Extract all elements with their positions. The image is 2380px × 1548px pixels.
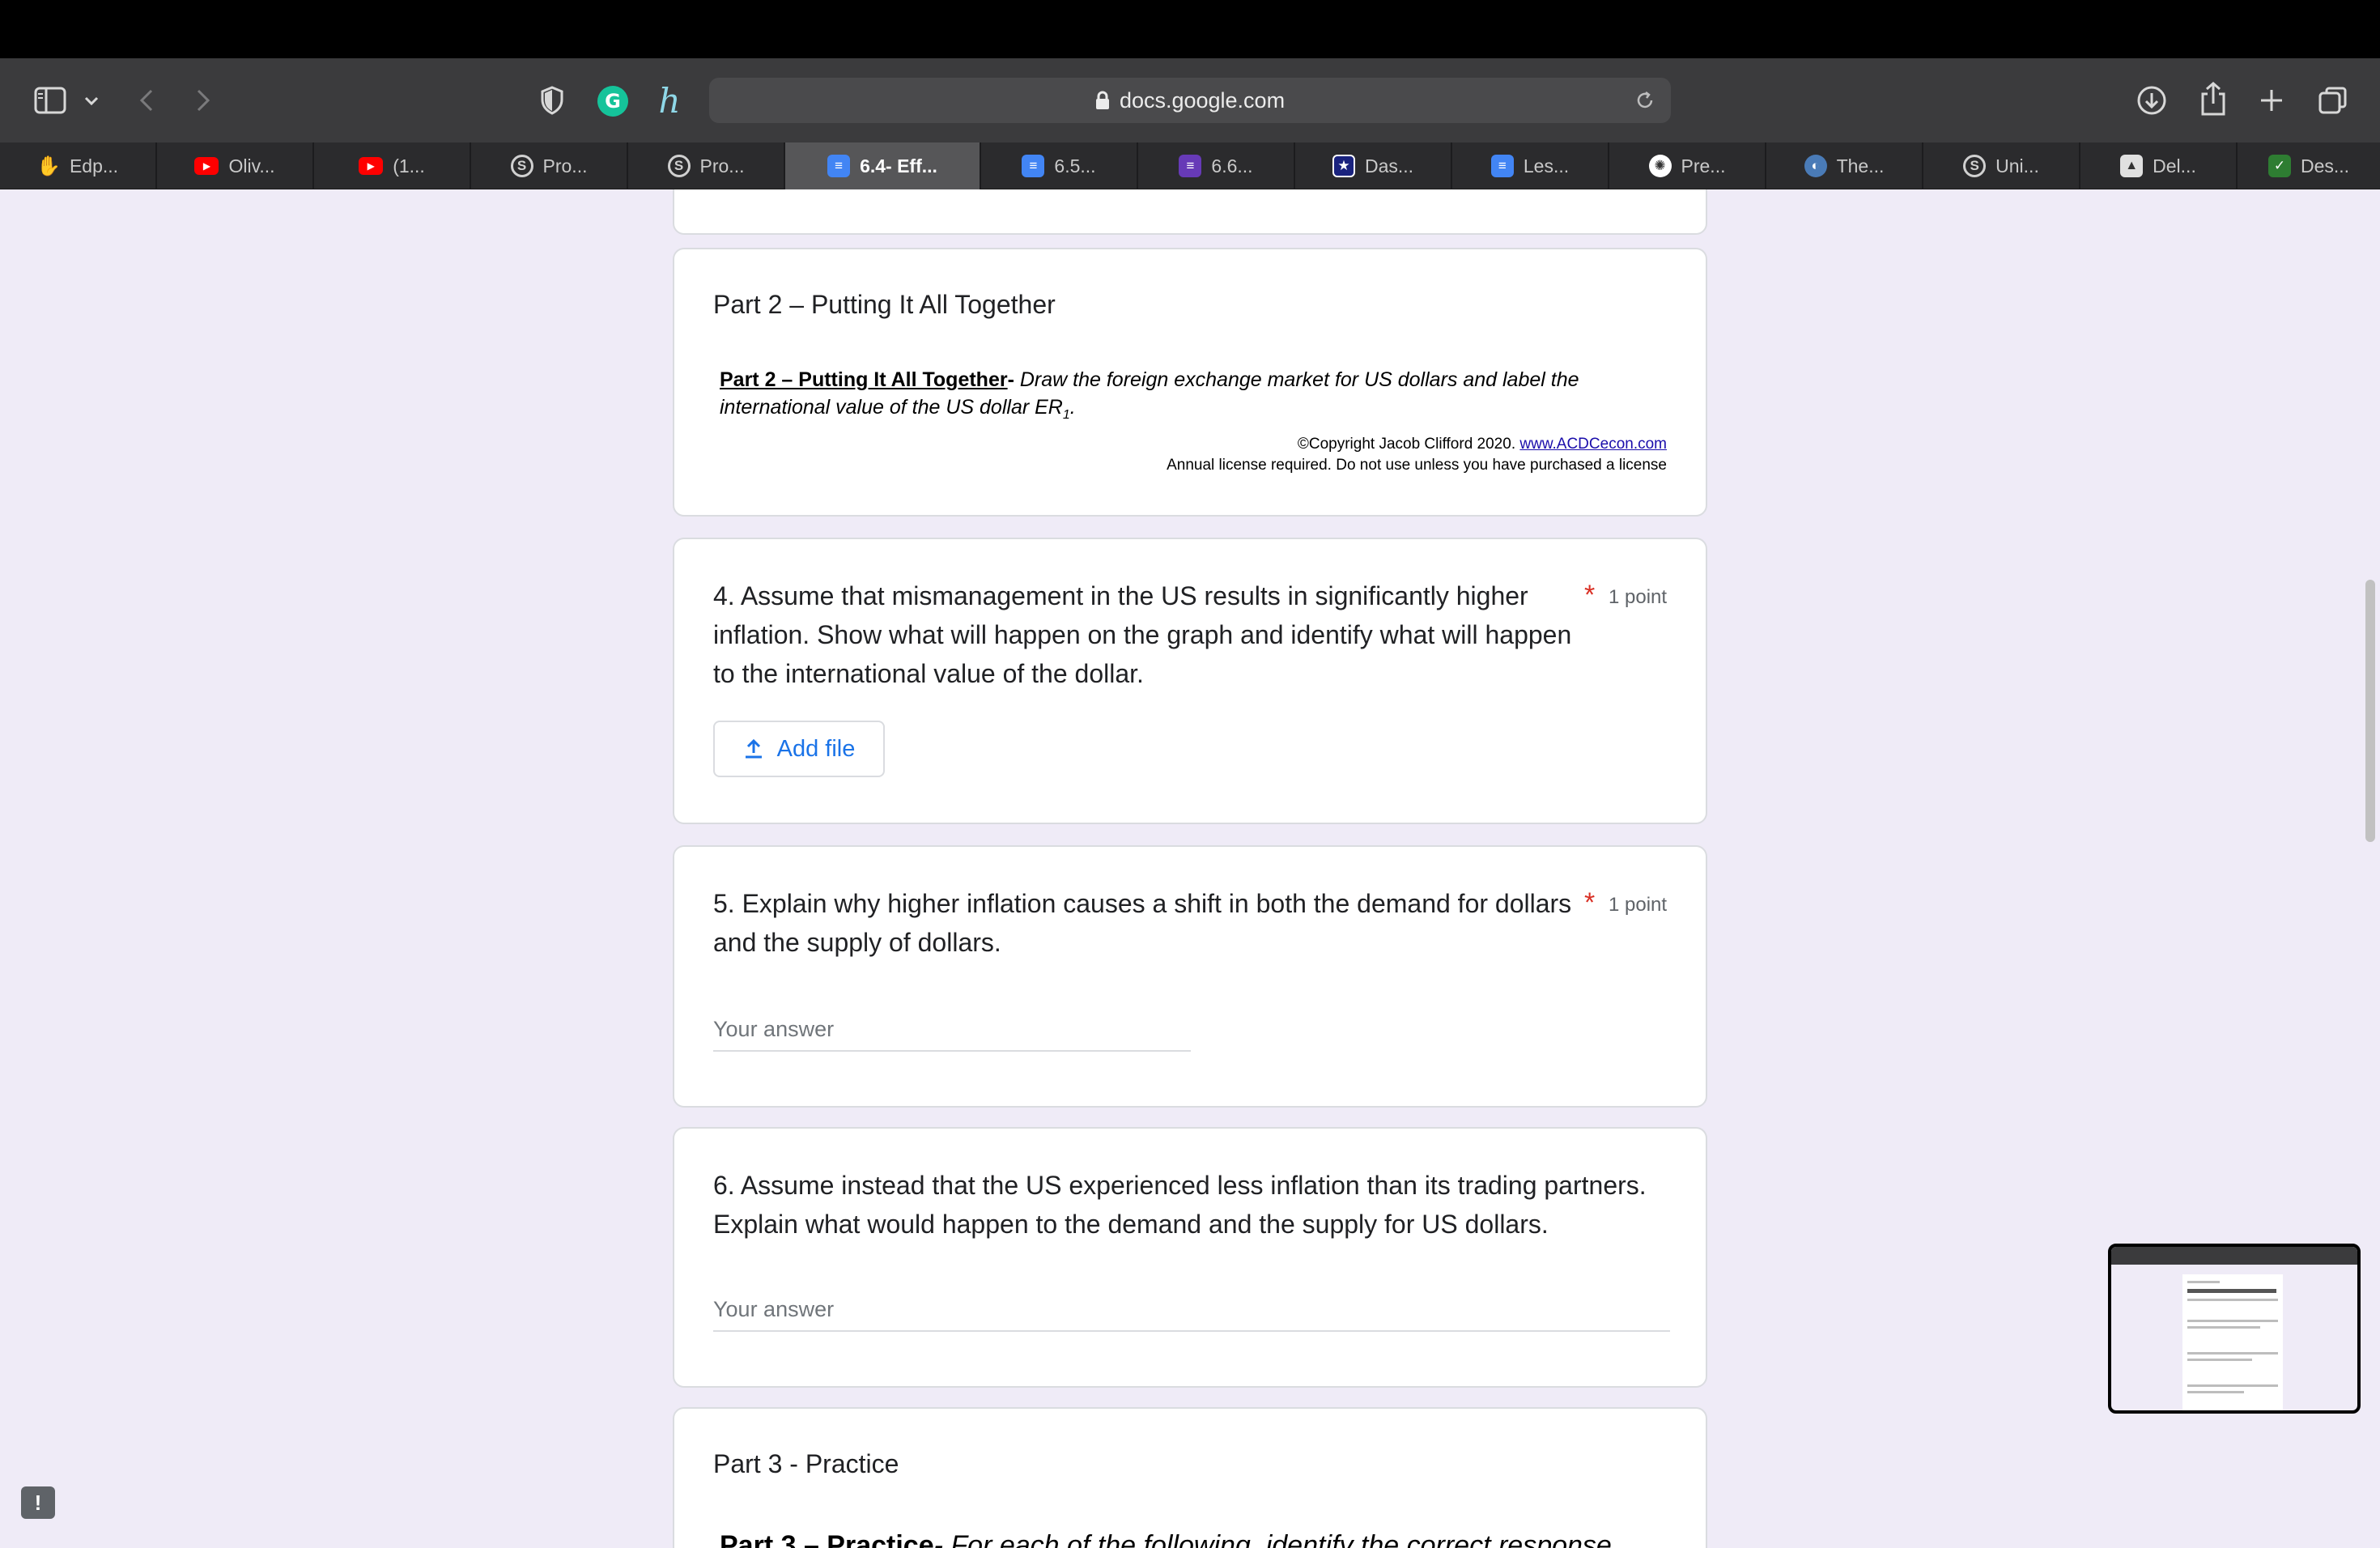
- feedback-button[interactable]: !: [21, 1486, 55, 1519]
- google-docs-icon: ≡: [827, 155, 851, 177]
- tab-delta[interactable]: ▲ Del...: [2080, 142, 2238, 189]
- google-docs-icon: ≡: [1022, 155, 1045, 177]
- lock-icon: [1095, 91, 1109, 109]
- tab-overview-button[interactable]: [2315, 83, 2351, 118]
- question-6: 6. Assume instead that the US experience…: [673, 1127, 1707, 1388]
- downloads-button[interactable]: [2134, 83, 2170, 118]
- question-text: 5. Explain why higher inflation causes a…: [713, 889, 1572, 957]
- share-button[interactable]: [2195, 79, 2231, 118]
- tab-lesson[interactable]: ≡ Les...: [1452, 142, 1609, 189]
- tab-6-6[interactable]: ≡ 6.6...: [1138, 142, 1295, 189]
- tab-youtube-2[interactable]: ▶ (1...: [314, 142, 471, 189]
- tab-dashboard[interactable]: ★ Das...: [1295, 142, 1452, 189]
- google-forms-icon: ≡: [1179, 155, 1202, 177]
- answer-input[interactable]: Your answer: [713, 1017, 1191, 1052]
- tab-schoology-1[interactable]: S Pro...: [471, 142, 628, 189]
- required-asterisk: *: [1584, 887, 1596, 918]
- points-label: 1 point: [1609, 894, 1668, 916]
- section-part-2: Part 2 – Putting It All Together Part 2 …: [673, 248, 1707, 517]
- youtube-icon: ▶: [194, 157, 219, 175]
- tab-edpuzzle[interactable]: ✋ Edp...: [0, 142, 157, 189]
- tab-bar: ✋ Edp... ▶ Oliv... ▶ (1... S Pro... S Pro... …: [0, 142, 2380, 189]
- previous-card: [673, 189, 1707, 235]
- forward-button[interactable]: [189, 84, 217, 117]
- question-text: 6. Assume instead that the US experience…: [713, 1171, 1647, 1239]
- chatgpt-icon: ✺: [1648, 155, 1672, 177]
- image-heading: Part 2 – Putting It All Together: [720, 368, 1008, 391]
- window-preview-thumbnail[interactable]: [2108, 1244, 2361, 1414]
- svg-text:G: G: [605, 90, 621, 113]
- grammarly-extension-icon[interactable]: G: [596, 84, 630, 118]
- question-4: 4. Assume that mismanagement in the US r…: [673, 538, 1707, 824]
- tab-schoology-3[interactable]: S Uni...: [1923, 142, 2080, 189]
- sidebar-toggle-button[interactable]: [31, 83, 70, 118]
- tab-schoology-2[interactable]: S Pro...: [628, 142, 785, 189]
- points-label: 1 point: [1609, 586, 1668, 608]
- answer-input[interactable]: Your answer: [713, 1297, 1670, 1332]
- upload-icon: [745, 738, 762, 759]
- plus-icon: [2261, 90, 2282, 111]
- chevron-down-icon[interactable]: [81, 91, 102, 112]
- share-icon: [2201, 82, 2225, 116]
- schoology-icon: S: [667, 155, 691, 177]
- privacy-shield-icon[interactable]: [538, 84, 567, 117]
- page-scrollbar[interactable]: [2365, 580, 2375, 842]
- acdc-link[interactable]: www.ACDCecon.com: [1519, 436, 1667, 453]
- star-badge-icon: ★: [1332, 155, 1355, 177]
- address-bar[interactable]: docs.google.com: [709, 78, 1671, 123]
- add-file-label: Add file: [776, 735, 856, 762]
- honey-extension-icon[interactable]: h: [652, 81, 686, 120]
- tab-6-5[interactable]: ≡ 6.5...: [981, 142, 1138, 189]
- add-file-button[interactable]: Add file: [713, 721, 885, 777]
- edpuzzle-icon: ✋: [36, 155, 61, 177]
- url-text: docs.google.com: [1119, 87, 1286, 113]
- required-asterisk: *: [1584, 580, 1596, 610]
- form-page: Part 2 – Putting It All Together Part 2 …: [0, 189, 2380, 1548]
- tab-6-4-effects[interactable]: ≡ 6.4- Eff...: [785, 142, 981, 189]
- reload-icon: [1637, 91, 1653, 108]
- globe-icon: ◐: [1804, 155, 1827, 177]
- license-text: Annual license required. Do not use unle…: [1167, 457, 1667, 474]
- browser-toolbar: G h docs.google.com: [0, 58, 2380, 142]
- copyright-text: ©Copyright Jacob Clifford 2020.: [1297, 436, 1516, 453]
- download-icon: [2137, 86, 2166, 115]
- graduation-cap-icon: ▲: [2120, 155, 2144, 177]
- section-title: Part 3 - Practice: [713, 1449, 899, 1478]
- tab-youtube-1[interactable]: ▶ Oliv...: [157, 142, 314, 189]
- back-button[interactable]: [133, 84, 160, 117]
- chart-icon: ✓: [2267, 155, 2291, 177]
- system-menu-bar: [0, 0, 2380, 58]
- youtube-icon: ▶: [359, 157, 384, 175]
- instruction-image: Part 2 – Putting It All Together- Draw t…: [720, 366, 1667, 476]
- instruction-image: Part 3 – Practice- For each of the follo…: [720, 1530, 1667, 1548]
- new-tab-button[interactable]: [2255, 84, 2288, 117]
- tab-chatgpt[interactable]: ✺ Pre...: [1609, 142, 1766, 189]
- alert-icon: !: [34, 1490, 42, 1515]
- tab-the[interactable]: ◐ The...: [1766, 142, 1923, 189]
- svg-text:h: h: [658, 82, 680, 119]
- tab-overview-icon: [2318, 87, 2347, 114]
- chevron-left-icon: [139, 89, 153, 112]
- tab-desmos[interactable]: ✓ Des...: [2238, 142, 2380, 189]
- section-part-3: Part 3 - Practice Part 3 – Practice- For…: [673, 1407, 1707, 1548]
- schoology-icon: S: [1963, 155, 1987, 177]
- google-docs-icon: ≡: [1490, 155, 1514, 177]
- image-instruction: - For each of the following, identify th…: [933, 1530, 1620, 1548]
- sidebar-icon: [34, 87, 66, 114]
- image-heading: Part 3 – Practice: [720, 1530, 934, 1548]
- question-5: 5. Explain why higher inflation causes a…: [673, 845, 1707, 1108]
- chevron-right-icon: [197, 89, 210, 112]
- reload-button[interactable]: [1632, 87, 1658, 113]
- section-title: Part 2 – Putting It All Together: [713, 290, 1056, 319]
- schoology-icon: S: [510, 155, 533, 177]
- question-text: 4. Assume that mismanagement in the US r…: [713, 581, 1572, 688]
